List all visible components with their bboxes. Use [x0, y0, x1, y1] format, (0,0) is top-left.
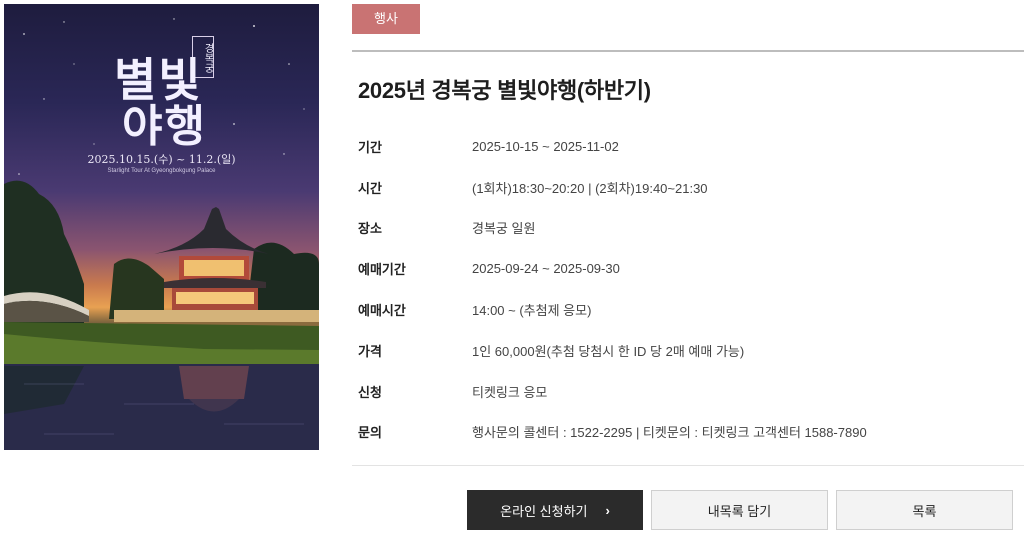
apply-online-label: 온라인 신청하기 [500, 503, 588, 519]
footer-divider [352, 465, 1024, 466]
info-row-place: 장소 경복궁 일원 [358, 208, 1018, 249]
back-to-list-button[interactable]: 목록 [836, 490, 1013, 530]
info-label: 가격 [358, 343, 382, 359]
info-label: 기간 [358, 139, 382, 155]
info-label: 예매기간 [358, 262, 406, 278]
info-label: 예매시간 [358, 303, 406, 319]
info-row-period: 기간 2025-10-15 ~ 2025-11-02 [358, 126, 1018, 167]
info-value: 14:00 ~ (추첨제 응모) [472, 303, 592, 319]
info-value: 행사문의 콜센터 : 1522-2295 | 티켓문의 : 티켓링크 고객센터 … [472, 425, 867, 441]
add-to-mylist-button[interactable]: 내목록 담기 [651, 490, 828, 530]
apply-online-button[interactable]: 온라인 신청하기 › [467, 490, 643, 530]
info-value: 1인 60,000원(추첨 당첨시 한 ID 당 2매 예매 가능) [472, 343, 745, 359]
info-value: 티켓링크 응모 [472, 384, 548, 400]
info-row-application: 신청 티켓링크 응모 [358, 371, 1018, 412]
info-label: 신청 [358, 384, 382, 400]
chevron-right-icon: › [605, 502, 610, 518]
info-value: (1회차)18:30~20:20 | (2회차)19:40~21:30 [472, 180, 708, 196]
info-value: 2025-09-24 ~ 2025-09-30 [472, 261, 620, 277]
header-divider [352, 50, 1024, 52]
info-label: 문의 [358, 425, 382, 441]
poster-title-line2: 야행 [122, 101, 207, 152]
event-poster: 경복궁 별빛 야행 2025.10.15.(수) ~ 11.2.(일) Star… [4, 4, 319, 450]
info-row-booking-time: 예매시간 14:00 ~ (추첨제 응모) [358, 289, 1018, 330]
info-row-time: 시간 (1회차)18:30~20:20 | (2회차)19:40~21:30 [358, 167, 1018, 208]
info-label: 장소 [358, 221, 382, 237]
info-label: 시간 [358, 180, 382, 196]
event-detail-page: 경복궁 별빛 야행 2025.10.15.(수) ~ 11.2.(일) Star… [0, 0, 1024, 538]
info-row-booking-period: 예매기간 2025-09-24 ~ 2025-09-30 [358, 248, 1018, 289]
info-row-inquiry: 문의 행사문의 콜센터 : 1522-2295 | 티켓문의 : 티켓링크 고객… [358, 412, 1018, 453]
poster-date: 2025.10.15.(수) ~ 11.2.(일) [87, 153, 236, 166]
poster-subtitle: Starlight Tour At Gyeongbokgung Palace [107, 168, 216, 174]
info-value: 경복궁 일원 [472, 221, 536, 237]
info-value: 2025-10-15 ~ 2025-11-02 [472, 138, 619, 154]
event-title: 2025년 경복궁 별빛야행(하반기) [358, 78, 651, 103]
info-row-price: 가격 1인 60,000원(추첨 당첨시 한 ID 당 2매 예매 가능) [358, 330, 1018, 371]
event-info-list: 기간 2025-10-15 ~ 2025-11-02 시간 (1회차)18:30… [358, 126, 1018, 452]
category-badge: 행사 [352, 4, 420, 34]
